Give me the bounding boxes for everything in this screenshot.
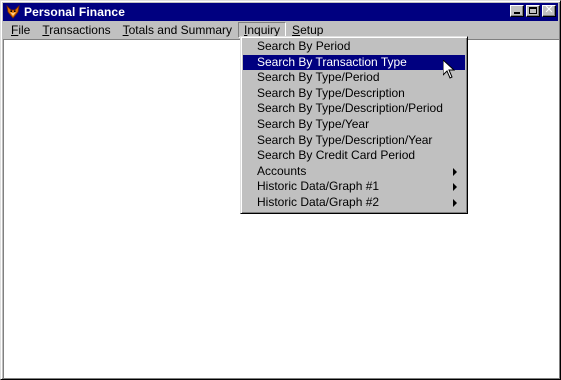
inquiry-dropdown-menu: Search By Period Search By Transaction T… — [240, 36, 468, 214]
submenu-arrow-icon — [453, 183, 457, 192]
menu-item-search-by-type-period[interactable]: Search By Type/Period — [243, 70, 465, 86]
menu-item-label: Historic Data/Graph #1 — [257, 179, 380, 194]
menu-totals-and-summary[interactable]: Totals and Summary — [117, 22, 238, 38]
title-bar[interactable]: Personal Finance ✕ — [3, 3, 558, 21]
menu-setup-label: etup — [300, 23, 324, 37]
maximize-icon — [529, 7, 537, 14]
minimize-button[interactable] — [510, 5, 524, 17]
window-controls: ✕ — [510, 4, 556, 17]
mouse-pointer-icon — [443, 60, 455, 79]
menu-item-label: Search By Type/Period — [257, 70, 380, 85]
menu-item-label: Search By Type/Description/Year — [257, 132, 433, 147]
close-button[interactable]: ✕ — [542, 4, 556, 17]
menu-item-search-by-type-description-year[interactable]: Search By Type/Description/Year — [243, 133, 465, 149]
menu-item-search-by-type-description-period[interactable]: Search By Type/Description/Period — [243, 101, 465, 117]
menu-transactions-label: ransactions — [49, 23, 111, 37]
fox-head-icon[interactable] — [5, 4, 21, 20]
menu-transactions[interactable]: Transactions — [36, 22, 116, 38]
window-title: Personal Finance — [24, 5, 125, 19]
menu-inquiry-label: nquiry — [247, 23, 281, 37]
menu-setup-mnemonic: S — [292, 23, 301, 37]
minimize-icon — [514, 12, 520, 14]
menu-item-label: Search By Credit Card Period — [257, 148, 416, 163]
menu-item-search-by-type-year[interactable]: Search By Type/Year — [243, 117, 465, 133]
menu-item-search-by-transaction-type[interactable]: Search By Transaction Type — [243, 54, 465, 71]
close-icon: ✕ — [544, 4, 554, 16]
menu-item-label: Search By Period — [257, 39, 351, 53]
menu-item-search-by-type-description[interactable]: Search By Type/Description — [243, 86, 465, 102]
menu-item-historic-data-graph-1[interactable]: Historic Data/Graph #1 — [243, 179, 465, 195]
menu-item-accounts[interactable]: Accounts — [243, 164, 465, 180]
menu-item-label: Search By Transaction Type — [257, 54, 407, 69]
submenu-arrow-icon — [453, 198, 457, 207]
maximize-button[interactable] — [526, 5, 540, 17]
submenu-arrow-icon — [453, 167, 457, 176]
menu-item-label: Search By Type/Description/Period — [257, 101, 443, 116]
menu-item-search-by-period[interactable]: Search By Period — [243, 39, 465, 55]
menu-item-search-by-credit-card-period[interactable]: Search By Credit Card Period — [243, 148, 465, 164]
menu-item-historic-data-graph-2[interactable]: Historic Data/Graph #2 — [243, 195, 465, 211]
menu-item-label: Historic Data/Graph #2 — [257, 194, 380, 209]
menu-file[interactable]: File — [3, 22, 36, 38]
menu-item-label: Search By Type/Year — [257, 116, 370, 131]
menu-item-label: Search By Type/Description — [257, 85, 405, 100]
menu-file-label: ile — [18, 23, 31, 37]
menu-totals-label: otals and Summary — [128, 23, 233, 37]
menu-item-label: Accounts — [257, 163, 307, 178]
